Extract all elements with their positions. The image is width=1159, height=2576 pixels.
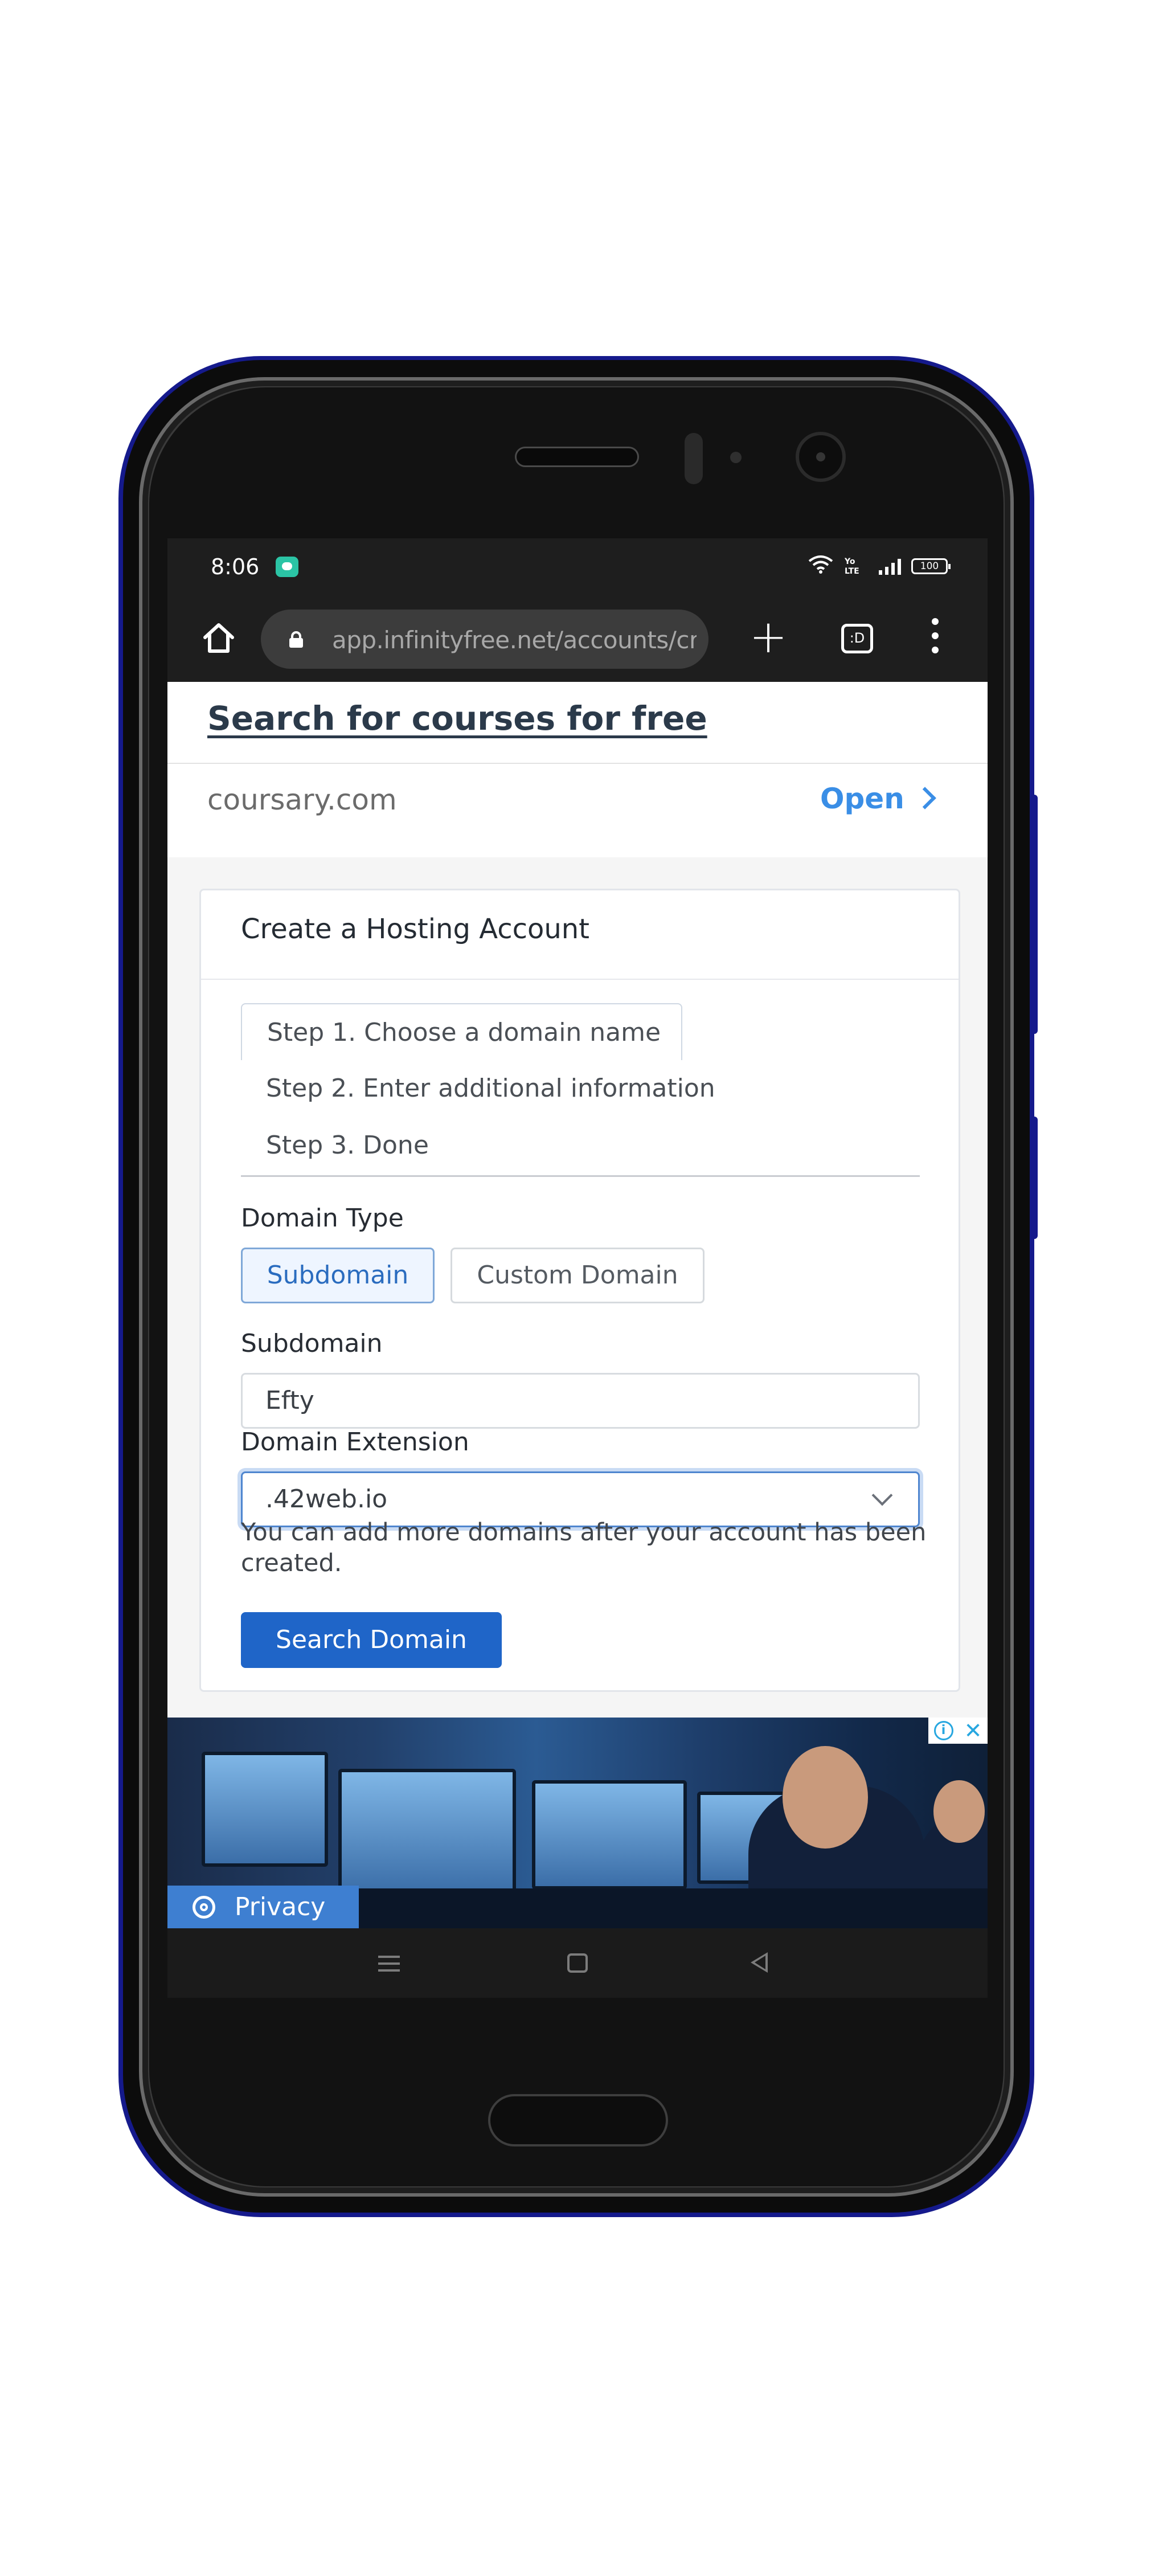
ad-domain: coursary.com: [207, 783, 397, 816]
phone-side-button: [1031, 1117, 1038, 1239]
front-camera: [796, 432, 846, 482]
help-text: You can add more domains after your acco…: [241, 1518, 927, 1577]
domain-extension-value: .42web.io: [265, 1485, 388, 1514]
browser-toolbar: app.infinityfree.net/accounts/cre + :D: [167, 595, 988, 682]
create-account-card: Create a Hosting Account Step 1. Choose …: [199, 889, 960, 1692]
privacy-button[interactable]: Privacy: [167, 1886, 359, 1928]
lte-icon: Yo LTE: [843, 556, 869, 577]
ad-image-face: [783, 1746, 868, 1849]
svg-text:LTE: LTE: [845, 567, 859, 575]
ad-divider: [167, 763, 988, 764]
home-icon[interactable]: [197, 617, 240, 660]
address-bar[interactable]: app.infinityfree.net/accounts/cre: [261, 610, 708, 669]
proximity-sensor: [685, 433, 703, 484]
ad-image-face: [933, 1780, 985, 1843]
step-3-tab: Step 3. Done: [266, 1131, 429, 1160]
ad-info-icon[interactable]: i: [933, 1721, 953, 1740]
tabs-icon[interactable]: :D: [841, 624, 873, 653]
recents-icon[interactable]: [378, 1956, 400, 1972]
close-icon[interactable]: ✕: [964, 1719, 982, 1742]
plus-icon[interactable]: +: [746, 612, 791, 664]
signal-icon: [879, 558, 901, 575]
step-2-tab: Step 2. Enter additional information: [266, 1074, 715, 1103]
ad-badges: i ✕: [928, 1718, 988, 1744]
earpiece-speaker: [515, 447, 639, 467]
phone-screen: 8:06 Yo LTE 100 app.infinityfree.net/acco…: [167, 538, 988, 1998]
subdomain-option-button[interactable]: Subdomain: [241, 1248, 435, 1303]
ad-image-monitor: [338, 1769, 516, 1895]
status-bar: 8:06 Yo LTE 100: [167, 538, 988, 595]
status-time: 8:06: [211, 554, 260, 579]
ad-headline-link[interactable]: Search for courses for free: [207, 699, 707, 738]
ad-image-monitor: [202, 1752, 328, 1867]
battery-icon: 100: [911, 558, 951, 574]
status-indicators: Yo LTE 100: [808, 552, 951, 580]
domain-type-label: Domain Type: [241, 1204, 404, 1233]
light-sensor: [730, 452, 742, 463]
card-title: Create a Hosting Account: [241, 913, 589, 945]
ad-image-monitor: [532, 1780, 687, 1890]
menu-icon[interactable]: [929, 618, 941, 658]
lock-icon: [288, 631, 304, 648]
ad-open-button[interactable]: Open: [820, 782, 904, 815]
privacy-label: Privacy: [235, 1892, 326, 1921]
search-domain-button[interactable]: Search Domain: [241, 1612, 502, 1668]
custom-domain-option-button[interactable]: Custom Domain: [451, 1248, 705, 1303]
chevron-down-icon: [871, 1485, 893, 1506]
svg-text:Yo: Yo: [844, 557, 855, 566]
chevron-right-icon: [914, 787, 936, 809]
subdomain-label: Subdomain: [241, 1329, 383, 1358]
message-icon: [276, 557, 298, 577]
wifi-icon: [808, 554, 833, 579]
phone-side-button: [1031, 795, 1038, 1034]
url-text[interactable]: app.infinityfree.net/accounts/cre: [332, 626, 697, 654]
step-1-tab: Step 1. Choose a domain name: [241, 1003, 682, 1060]
subdomain-input[interactable]: Efty: [241, 1373, 920, 1429]
hardware-home-button[interactable]: [488, 2094, 668, 2146]
gear-icon: [193, 1896, 215, 1919]
banner-ad[interactable]: i ✕ Privacy: [167, 1718, 988, 1928]
nav-home-icon[interactable]: [567, 1953, 588, 1973]
steps-divider: [241, 1175, 920, 1177]
system-nav-bar: [167, 1928, 988, 1998]
back-icon[interactable]: [751, 1952, 768, 1973]
top-ad[interactable]: Search for courses for free coursary.com…: [167, 682, 988, 857]
card-divider: [201, 979, 959, 980]
domain-extension-label: Domain Extension: [241, 1428, 469, 1457]
